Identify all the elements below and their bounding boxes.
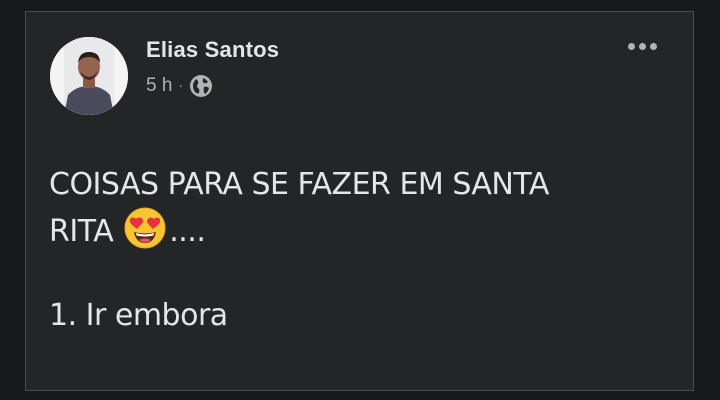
post-text-line-2: RITA .... (49, 206, 669, 253)
post-text-line-1: COISAS PARA SE FAZER EM SANTA (49, 167, 549, 202)
globe-icon[interactable] (189, 74, 213, 98)
post-text-line-3: 1. Ir embora (49, 298, 228, 333)
screen-frame: Elias Santos 5 h · COISAS PARA SE FAZER … (0, 0, 720, 400)
meta-separator: · (178, 77, 184, 93)
post-time[interactable]: 5 h (146, 75, 172, 97)
post-card: Elias Santos 5 h · COISAS PARA SE FAZER … (25, 11, 694, 391)
post-body: COISAS PARA SE FAZER EM SANTA RITA .... (49, 164, 669, 337)
heart-eyes-emoji-icon (123, 206, 167, 250)
post-meta: 5 h · (146, 74, 213, 98)
more-dot (628, 43, 635, 50)
more-dot (639, 43, 646, 50)
author-name[interactable]: Elias Santos (146, 37, 279, 63)
post-text-line-2-start: RITA (49, 214, 114, 249)
more-options-icon[interactable] (628, 43, 657, 50)
post-text-spacer (49, 253, 669, 295)
more-dot (650, 43, 657, 50)
post-text-line-2-end: .... (169, 214, 206, 249)
avatar[interactable] (50, 37, 128, 115)
avatar-photo (50, 37, 128, 115)
